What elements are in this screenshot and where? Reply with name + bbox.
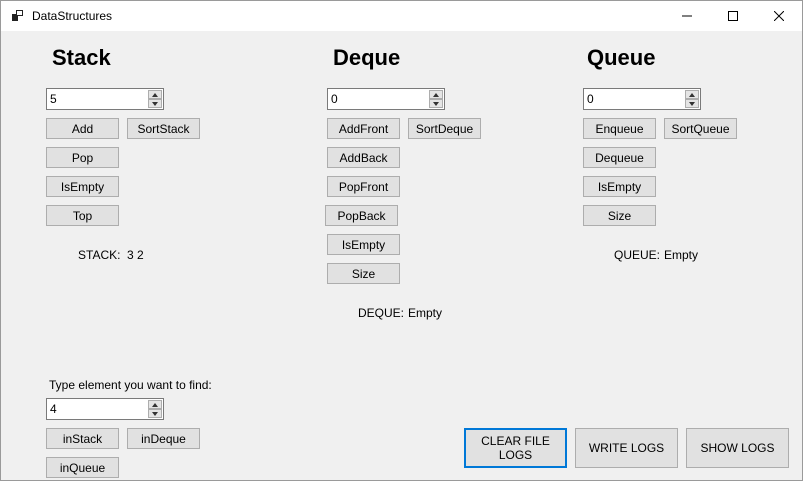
minimize-icon <box>682 15 692 17</box>
in-deque-button[interactable]: inDeque <box>127 428 200 449</box>
maximize-button[interactable] <box>710 1 756 31</box>
chevron-up-icon <box>152 402 158 407</box>
chevron-down-icon <box>152 101 158 106</box>
title-bar[interactable]: DataStructures <box>1 1 802 31</box>
chevron-up-icon <box>689 92 695 97</box>
stack-isempty-button[interactable]: IsEmpty <box>46 176 119 197</box>
stack-pop-button[interactable]: Pop <box>46 147 119 168</box>
in-queue-button[interactable]: inQueue <box>46 457 119 478</box>
minimize-button[interactable] <box>664 1 710 31</box>
app-window: DataStructures Stack 5 Add SortStack Pop… <box>0 0 803 481</box>
queue-heading: Queue <box>587 45 656 70</box>
queue-status-label: QUEUE: <box>614 248 661 262</box>
deque-status-label: DEQUE: <box>358 306 405 320</box>
stepper-down-button[interactable] <box>148 409 162 418</box>
deque-isempty-button[interactable]: IsEmpty <box>327 234 400 255</box>
stepper-up-button[interactable] <box>148 90 162 99</box>
chevron-down-icon <box>152 411 158 416</box>
stack-status-value: 3 2 <box>127 248 144 262</box>
stack-value: 5 <box>50 92 57 106</box>
stack-status-label: STACK: <box>78 248 121 262</box>
deque-size-button[interactable]: Size <box>327 263 400 284</box>
in-stack-button[interactable]: inStack <box>46 428 119 449</box>
queue-value: 0 <box>587 92 594 106</box>
close-button[interactable] <box>756 1 802 31</box>
write-logs-button[interactable]: WRITE LOGS <box>575 428 678 468</box>
sort-queue-button[interactable]: SortQueue <box>664 118 737 139</box>
clear-file-logs-button[interactable]: CLEAR FILE LOGS <box>464 428 567 468</box>
add-back-button[interactable]: AddBack <box>327 147 400 168</box>
stepper-up-button[interactable] <box>429 90 443 99</box>
chevron-up-icon <box>152 92 158 97</box>
queue-value-stepper[interactable]: 0 <box>583 88 701 110</box>
stepper-up-button[interactable] <box>685 90 699 99</box>
chevron-up-icon <box>433 92 439 97</box>
queue-size-button[interactable]: Size <box>583 205 656 226</box>
deque-value: 0 <box>331 92 338 106</box>
stepper-down-button[interactable] <box>148 99 162 108</box>
window-title: DataStructures <box>32 9 113 23</box>
show-logs-button[interactable]: SHOW LOGS <box>686 428 789 468</box>
deque-status-value: Empty <box>408 306 443 320</box>
stack-value-stepper[interactable]: 5 <box>46 88 164 110</box>
stepper-down-button[interactable] <box>685 99 699 108</box>
queue-isempty-button[interactable]: IsEmpty <box>583 176 656 197</box>
app-icon <box>12 10 23 21</box>
deque-value-stepper[interactable]: 0 <box>327 88 445 110</box>
find-value-stepper[interactable]: 4 <box>46 398 164 420</box>
close-icon <box>774 11 784 21</box>
queue-status-value: Empty <box>664 248 699 262</box>
enqueue-button[interactable]: Enqueue <box>583 118 656 139</box>
find-prompt: Type element you want to find: <box>49 378 212 392</box>
pop-back-button[interactable]: PopBack <box>325 205 398 226</box>
find-value: 4 <box>50 402 57 416</box>
chevron-down-icon <box>433 101 439 106</box>
stack-top-button[interactable]: Top <box>46 205 119 226</box>
deque-heading: Deque <box>333 45 401 70</box>
add-front-button[interactable]: AddFront <box>327 118 400 139</box>
stack-heading: Stack <box>52 45 111 70</box>
maximize-icon <box>728 11 738 21</box>
stepper-up-button[interactable] <box>148 400 162 409</box>
stepper-down-button[interactable] <box>429 99 443 108</box>
pop-front-button[interactable]: PopFront <box>327 176 400 197</box>
sort-stack-button[interactable]: SortStack <box>127 118 200 139</box>
chevron-down-icon <box>689 101 695 106</box>
dequeue-button[interactable]: Dequeue <box>583 147 656 168</box>
sort-deque-button[interactable]: SortDeque <box>408 118 481 139</box>
stack-add-button[interactable]: Add <box>46 118 119 139</box>
